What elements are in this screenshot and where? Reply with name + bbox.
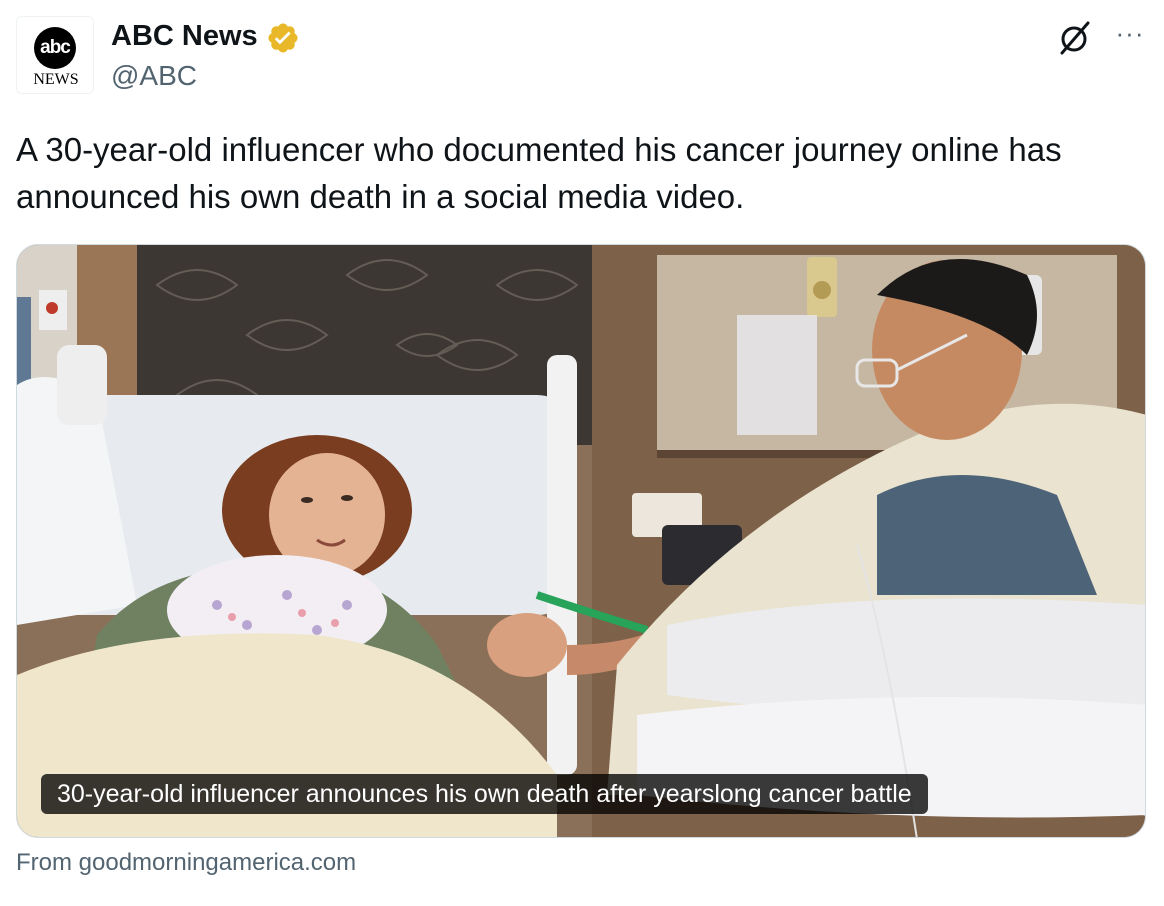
grok-icon[interactable] <box>1055 18 1095 58</box>
display-name[interactable]: ABC News <box>111 18 258 54</box>
link-card[interactable]: 30-year-old influencer announces his own… <box>16 244 1146 838</box>
abc-logo: abc <box>34 27 76 69</box>
link-source[interactable]: From goodmorningamerica.com <box>16 848 356 878</box>
abc-news-wordmark: NEWS <box>33 71 79 88</box>
handle[interactable]: @ABC <box>111 58 197 94</box>
tweet-text: A 30-year-old influencer who documented … <box>16 131 1062 215</box>
link-card-title: 30-year-old influencer announces his own… <box>41 774 928 814</box>
verified-badge-icon <box>268 23 298 53</box>
hospital-room-photo <box>17 245 1145 837</box>
more-options-button[interactable]: ··· <box>1110 18 1150 54</box>
avatar[interactable]: abc NEWS <box>16 16 94 94</box>
